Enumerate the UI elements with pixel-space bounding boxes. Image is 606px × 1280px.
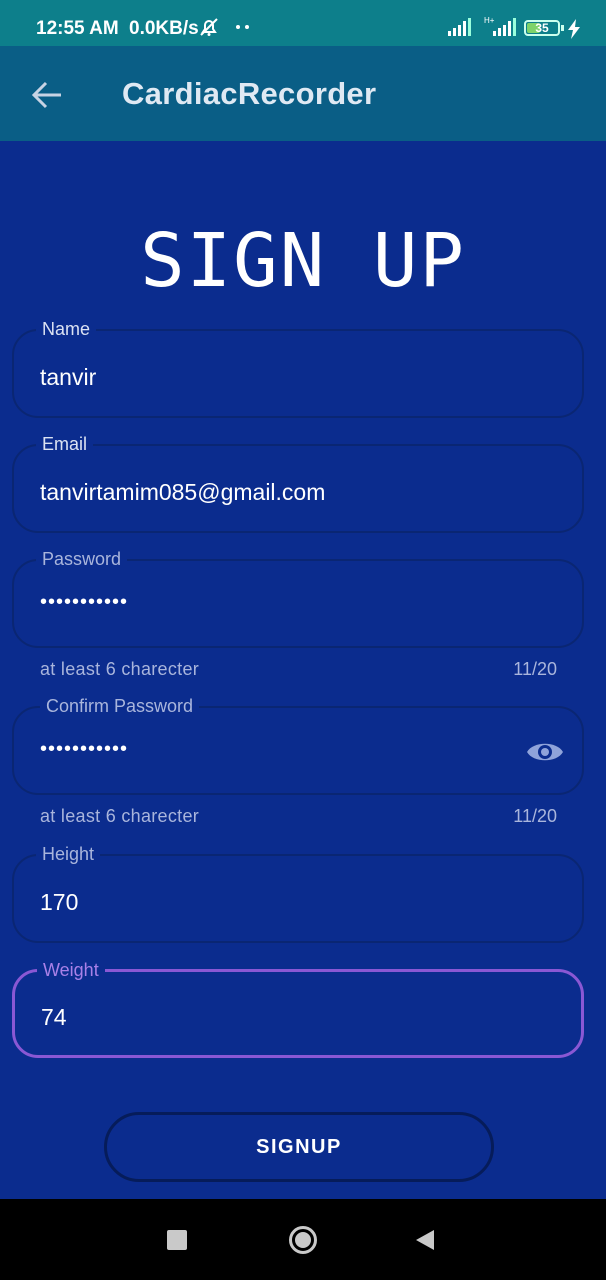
recents-square-icon[interactable]	[167, 1230, 187, 1250]
confirm-password-helper-text: at least 6 charecter	[40, 806, 200, 826]
status-network-speed: 0.0KB/s	[129, 18, 199, 39]
battery-level: 35	[535, 21, 549, 35]
charging-icon	[568, 19, 580, 39]
password-helper-text: at least 6 charecter	[40, 659, 200, 679]
email-field[interactable]: Email tanvirtamim085@gmail.com	[12, 434, 584, 533]
email-value: tanvirtamim085@gmail.com	[40, 479, 326, 505]
height-value: 170	[40, 889, 79, 915]
email-label: Email	[36, 434, 94, 455]
weight-value: 74	[41, 1004, 67, 1030]
status-time: 12:55 AM	[36, 18, 119, 39]
height-label: Height	[36, 844, 101, 865]
signal-icon	[448, 18, 471, 36]
name-value: tanvir	[40, 364, 97, 390]
confirm-password-char-counter: 11/20	[513, 806, 557, 826]
confirm-password-value: •••••••••••	[40, 738, 129, 760]
svg-text:H+: H+	[484, 16, 495, 25]
confirm-password-label: Confirm Password	[40, 696, 200, 717]
back-triangle-icon[interactable]	[414, 1229, 436, 1251]
weight-label: Weight	[37, 960, 105, 981]
more-dots-icon	[236, 25, 249, 29]
password-value: •••••••••••	[40, 591, 129, 613]
home-circle-icon[interactable]	[288, 1225, 318, 1255]
app-bar: CardiacRecorder	[0, 46, 606, 141]
height-field[interactable]: Height 170	[12, 844, 584, 943]
password-label: Password	[36, 549, 128, 570]
password-char-counter: 11/20	[513, 659, 557, 679]
name-field[interactable]: Name tanvir	[12, 319, 584, 418]
battery-icon: 35	[524, 20, 560, 36]
password-field[interactable]: Password •••••••••••	[12, 549, 584, 648]
name-label: Name	[36, 319, 97, 340]
weight-field[interactable]: Weight 74	[12, 960, 584, 1058]
status-bar: 12:55 AM 0.0KB/s H+ 35	[0, 0, 606, 46]
eye-icon[interactable]	[525, 738, 565, 766]
arrow-left-icon[interactable]	[26, 74, 68, 116]
system-nav-bar	[0, 1199, 606, 1280]
app-title: CardiacRecorder	[122, 76, 377, 111]
alarm-off-icon	[200, 18, 218, 36]
confirm-password-field[interactable]: Confirm Password •••••••••••	[12, 696, 584, 795]
signup-button[interactable]: SIGNUP	[104, 1112, 494, 1182]
battery-tip	[561, 25, 564, 31]
page-title: SIGN UP	[140, 218, 466, 304]
signal-hplus-icon: H+	[484, 16, 516, 36]
